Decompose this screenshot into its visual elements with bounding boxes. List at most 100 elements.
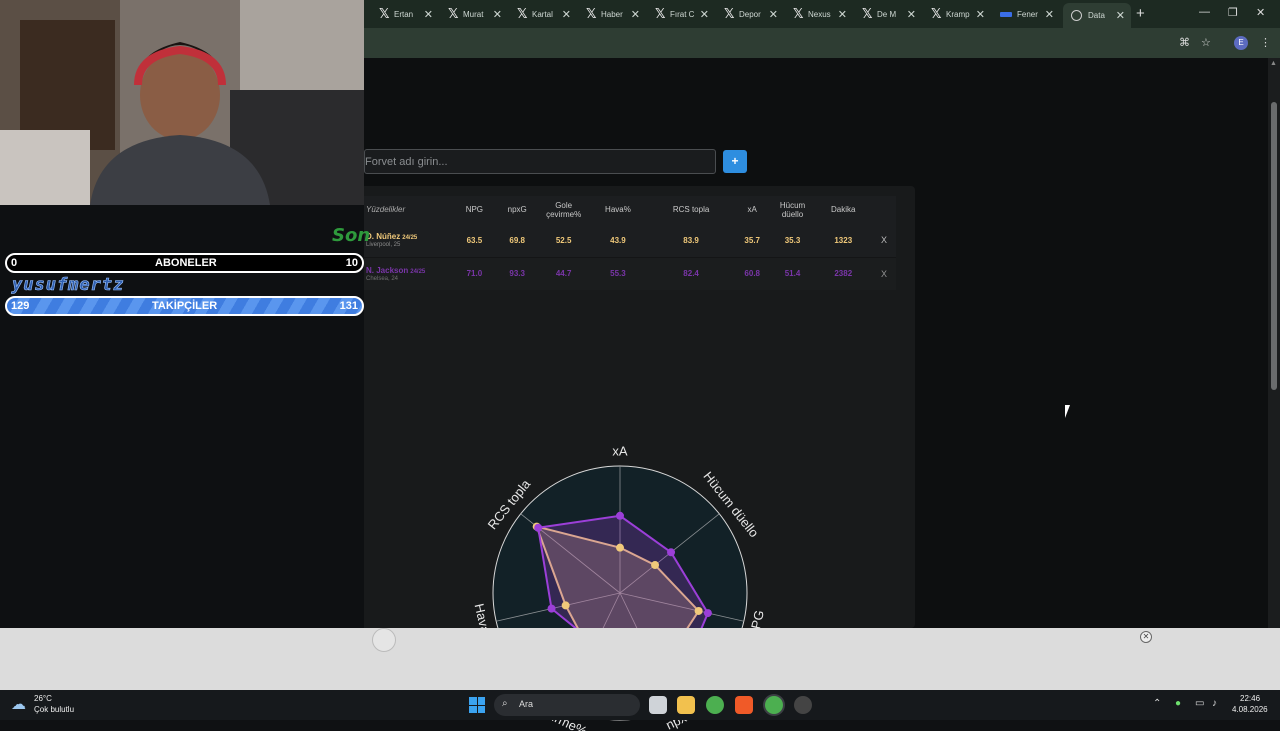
player-club: Liverpool, 25	[366, 242, 401, 249]
app-icon[interactable]	[794, 696, 812, 714]
file-explorer-icon[interactable]	[677, 696, 695, 714]
add-player-button[interactable]: +	[723, 150, 747, 173]
stat-cell: 82.4	[648, 257, 734, 290]
stat-cell: 83.9	[648, 224, 734, 258]
radar-data-point	[651, 561, 660, 570]
browser-tab[interactable]: 𝕏 Ertan ✕	[371, 3, 439, 25]
radar-data-point	[616, 511, 624, 520]
column-header: NPG	[454, 196, 495, 224]
start-button[interactable]	[469, 697, 485, 713]
browser-tab[interactable]: 𝕏 Fırat C ✕	[647, 3, 715, 25]
close-icon[interactable]: ✕	[700, 8, 715, 21]
subscribers-goal-bar: 0 ABONELER 10	[5, 253, 364, 273]
profile-avatar[interactable]: E	[1234, 36, 1248, 50]
brave-icon[interactable]	[735, 696, 753, 714]
comparison-card: Yüzdelikler NPG npxG Gole çevirme% Hava%…	[355, 186, 915, 731]
channel-name: yusufmertz	[12, 275, 125, 296]
column-header	[872, 196, 896, 224]
remove-player-button[interactable]: X	[872, 224, 896, 258]
browser-tab[interactable]: 𝕏 De M ✕	[854, 3, 922, 25]
news-icon	[1000, 11, 1012, 17]
close-icon[interactable]: ✕	[424, 8, 439, 21]
close-icon[interactable]: ✕	[562, 8, 577, 21]
remove-player-button[interactable]: X	[872, 257, 896, 290]
webcam-feed	[0, 0, 364, 205]
radar-data-point	[694, 606, 703, 615]
followers-goal-bar: 129 TAKİPÇİLER 131	[5, 296, 364, 316]
volume-icon[interactable]: ♪	[1212, 698, 1217, 709]
column-header: Hava%	[587, 196, 649, 224]
player-name: D. Núñez	[366, 232, 401, 242]
microphone-icon[interactable]: ●	[1175, 698, 1181, 709]
browser-tab[interactable]: 𝕏 Kartal ✕	[509, 3, 577, 25]
network-icon[interactable]: ▭	[1195, 698, 1204, 709]
browser-tab[interactable]: 𝕏 Murat ✕	[440, 3, 508, 25]
column-header: npxG	[494, 196, 540, 224]
close-icon[interactable]: ✕	[493, 8, 508, 21]
player-club: Chelsea, 24	[366, 275, 399, 282]
radar-axis-label: xA	[612, 443, 628, 458]
table-row: D. Núñez 24/25 Liverpool, 25 63.5 69.8 52…	[364, 224, 896, 258]
chrome-profile-icon[interactable]	[765, 696, 783, 714]
radar-data-point	[561, 601, 570, 610]
close-icon[interactable]: ✕	[769, 8, 784, 21]
x-icon: 𝕏	[931, 6, 942, 22]
close-icon[interactable]: ✕	[1116, 9, 1131, 22]
scrollbar-thumb[interactable]	[1271, 102, 1277, 390]
stat-cell: 52.5	[539, 224, 588, 258]
player-search-input[interactable]	[364, 149, 716, 174]
chrome-icon[interactable]	[706, 696, 724, 714]
page-scrollbar[interactable]: ▲	[1268, 58, 1280, 628]
close-icon[interactable]: ✕	[1045, 8, 1060, 21]
stat-cell: 51.4	[770, 257, 815, 290]
minimize-icon[interactable]: —	[1199, 6, 1210, 18]
close-window-icon[interactable]: ✕	[1256, 6, 1265, 19]
browser-tab[interactable]: Fener ✕	[992, 3, 1060, 25]
bookmark-star-icon[interactable]: ☆	[1201, 36, 1211, 49]
tray-chevron-icon[interactable]: ⌃	[1153, 698, 1161, 709]
radar-data-point	[534, 523, 543, 532]
weather-description[interactable]: Çok bulutlu	[34, 705, 74, 714]
subs-label: ABONELER	[155, 257, 217, 269]
clock-time[interactable]: 22:46	[1240, 694, 1260, 703]
close-icon[interactable]: ✕	[976, 8, 991, 21]
search-icon: ⌕	[502, 698, 508, 709]
column-header: RCS topla	[648, 196, 734, 224]
weather-temperature[interactable]: 26°C	[34, 694, 52, 703]
close-icon[interactable]: ✕	[1140, 631, 1152, 643]
followers-goal: 131	[339, 300, 358, 312]
player-name: N. Jackson	[366, 265, 409, 275]
cloud-icon[interactable]: ☁	[11, 695, 26, 713]
followers-label: TAKİPÇİLER	[152, 300, 218, 312]
task-view-icon[interactable]	[649, 696, 667, 714]
browser-tab-active[interactable]: Data ✕	[1063, 3, 1131, 28]
browser-tab[interactable]: 𝕏 Kramp ✕	[923, 3, 991, 25]
close-icon[interactable]: ✕	[631, 8, 646, 21]
menu-icon[interactable]: ⋮	[1260, 36, 1271, 49]
taskbar-search[interactable]: ⌕ Ara	[494, 694, 640, 716]
stat-cell: 60.8	[733, 257, 771, 290]
browser-tab[interactable]: 𝕏 Nexus ✕	[785, 3, 853, 25]
x-icon: 𝕏	[586, 6, 597, 22]
translate-icon[interactable]: ⌘	[1179, 36, 1190, 49]
restore-icon[interactable]: ❐	[1228, 6, 1238, 19]
overlay-son-text: Son	[332, 225, 371, 246]
close-icon[interactable]: ✕	[838, 8, 853, 21]
radar-data-point	[703, 609, 712, 618]
subs-goal: 10	[345, 257, 358, 269]
clock-date[interactable]: 4.08.2026	[1232, 705, 1268, 714]
player-cell[interactable]: N. Jackson 24/25 Chelsea, 24	[364, 257, 454, 290]
table-header-row: Yüzdelikler NPG npxG Gole çevirme% Hava%…	[364, 196, 896, 224]
new-tab-button[interactable]: +	[1136, 5, 1145, 22]
browser-tab[interactable]: 𝕏 Depor ✕	[716, 3, 784, 25]
scroll-up-icon[interactable]: ▲	[1270, 60, 1277, 67]
stat-cell: 71.0	[454, 257, 495, 290]
stat-cell: 43.9	[587, 224, 649, 258]
stat-cell: 55.3	[587, 257, 649, 290]
player-season: 24/25	[402, 235, 418, 242]
globe-icon	[1071, 10, 1082, 21]
close-icon[interactable]: ✕	[907, 8, 922, 21]
browser-tab[interactable]: 𝕏 Haber ✕	[578, 3, 646, 25]
stat-cell: 2382	[814, 257, 872, 290]
player-cell[interactable]: D. Núñez 24/25 Liverpool, 25	[364, 224, 454, 258]
